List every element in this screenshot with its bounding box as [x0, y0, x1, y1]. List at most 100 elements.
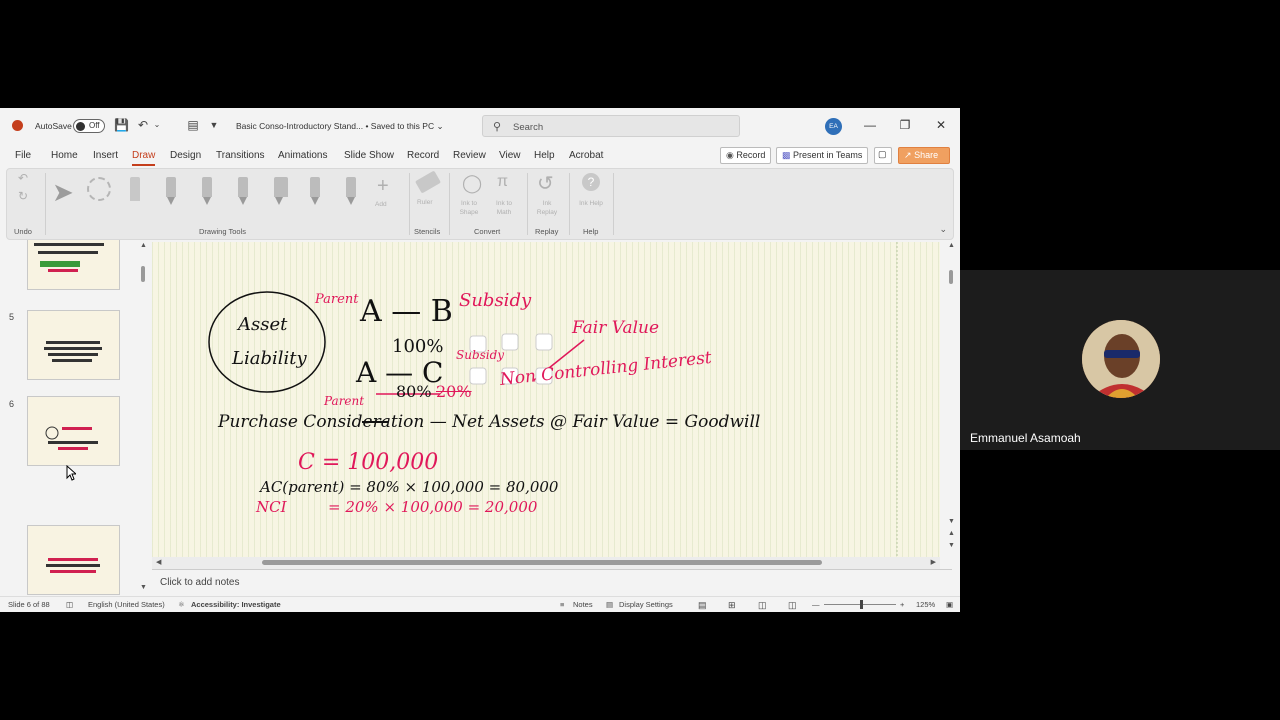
notes-toggle[interactable]: Notes	[573, 600, 593, 609]
tab-transitions[interactable]: Transitions	[216, 150, 265, 161]
undo-icon[interactable]: ↶	[136, 118, 150, 132]
tab-record[interactable]: Record	[407, 150, 439, 161]
ink-to-shape-icon[interactable]: ◯	[462, 173, 482, 194]
screen: AutoSave Off 💾 ↶ ⌄ ▤ ▼ Basic Conso-Intro…	[0, 0, 1280, 720]
tab-acrobat[interactable]: Acrobat	[569, 150, 603, 161]
accessibility-icon: ⚛	[178, 600, 185, 609]
add-pen-icon[interactable]: +	[377, 175, 389, 198]
tab-home[interactable]: Home	[51, 150, 78, 161]
video-participant-tile[interactable]: Emmanuel Asamoah	[960, 270, 1280, 450]
slide-sorter-icon[interactable]: ⊞	[728, 600, 736, 611]
zoom-in-icon[interactable]: +	[900, 600, 904, 609]
record-button[interactable]: ◉ Record	[720, 147, 772, 164]
redo-icon-ribbon[interactable]: ↻	[18, 189, 28, 203]
fit-to-window-icon[interactable]: ▣	[946, 600, 953, 609]
tab-animations[interactable]: Animations	[278, 150, 327, 161]
pen-1-icon[interactable]	[165, 177, 177, 207]
comments-button[interactable]: ▢	[874, 147, 892, 164]
ink-to-math-icon[interactable]: π	[497, 173, 508, 191]
share-button[interactable]: ↗ Share	[898, 147, 950, 164]
scroll-left-icon[interactable]: ◀	[156, 558, 161, 566]
tab-design[interactable]: Design	[170, 150, 201, 161]
scroll-thumb[interactable]	[949, 270, 953, 284]
slide-thumbnail-6[interactable]	[27, 396, 120, 466]
zoom-out-icon[interactable]: —	[812, 600, 820, 609]
scroll-down-icon[interactable]: ▼	[948, 518, 955, 525]
tab-file[interactable]: File	[15, 150, 31, 161]
minimize-icon[interactable]: —	[863, 118, 877, 132]
user-avatar[interactable]: EA	[825, 118, 842, 135]
present-in-teams-button[interactable]: ▩ Present in Teams	[776, 147, 869, 164]
group-label-help: Help	[583, 227, 599, 236]
pen-4-icon[interactable]	[309, 177, 321, 207]
slide-canvas[interactable]: Asset Liability Parent A — B Subsidy 100…	[152, 242, 940, 558]
slide-number-5: 5	[9, 312, 15, 322]
tab-help[interactable]: Help	[534, 150, 555, 161]
slide-horizontal-scrollbar[interactable]: ◀ ▶	[152, 557, 940, 569]
scroll-thumb[interactable]	[141, 266, 145, 282]
notes-toggle-icon: ≡	[560, 600, 565, 609]
next-slide-icon[interactable]: ▼	[948, 542, 955, 549]
zoom-slider-thumb[interactable]	[860, 600, 863, 609]
scroll-up-icon[interactable]: ▲	[140, 242, 147, 249]
restore-icon[interactable]: ❐	[898, 118, 912, 132]
title-bar: AutoSave Off 💾 ↶ ⌄ ▤ ▼ Basic Conso-Intro…	[0, 108, 960, 144]
collapse-ribbon-icon[interactable]: ⌄	[939, 224, 947, 235]
slide-thumbnail-4[interactable]	[27, 240, 120, 290]
customize-toolbar-icon[interactable]: ▼	[207, 118, 221, 132]
autosave-state: Off	[89, 121, 100, 130]
autosave-toggle[interactable]: Off	[73, 119, 105, 133]
tab-slide-show[interactable]: Slide Show	[344, 150, 394, 161]
tab-insert[interactable]: Insert	[93, 150, 118, 161]
tab-draw[interactable]: Draw	[132, 150, 156, 166]
zoom-slider[interactable]	[824, 600, 896, 609]
ink-fair-value: Fair Value	[572, 318, 660, 338]
search-box[interactable]: ⚲ Search	[482, 115, 740, 137]
reading-view-icon[interactable]: ◫	[758, 600, 767, 611]
notes-pane[interactable]: Click to add notes	[152, 569, 952, 593]
pen-5-icon[interactable]	[345, 177, 357, 207]
slide-vertical-scrollbar[interactable]: ▲ ▼ ▲ ▼	[946, 242, 956, 562]
thumbnail-ink-icon	[46, 558, 100, 573]
slide-thumbnail-7[interactable]	[27, 525, 120, 595]
thumbnail-scrollbar[interactable]: ▲ ▼	[140, 242, 147, 591]
slide-thumbnail-5[interactable]	[27, 310, 120, 380]
group-label-stencils: Stencils	[414, 227, 441, 236]
tab-view[interactable]: View	[499, 150, 521, 161]
lasso-select-icon[interactable]	[87, 177, 111, 201]
previous-slide-icon[interactable]: ▲	[948, 530, 955, 537]
close-icon[interactable]: ✕	[934, 118, 948, 132]
present-from-start-icon[interactable]: ▤	[186, 118, 200, 132]
ink-help-icon[interactable]: ?	[582, 173, 600, 191]
scroll-up-icon[interactable]: ▲	[948, 242, 955, 249]
select-tool-icon[interactable]: ➤	[52, 177, 74, 208]
pen-2-icon[interactable]	[201, 177, 213, 207]
ribbon-divider	[449, 173, 450, 235]
record-icon: ◉	[726, 150, 734, 160]
ink-subsidy-small: Subsidy	[456, 348, 505, 362]
slide-show-view-icon[interactable]: ◫	[788, 600, 797, 611]
undo-dropdown-icon[interactable]: ⌄	[150, 118, 164, 132]
undo-icon-ribbon[interactable]: ↶	[18, 171, 28, 185]
eraser-icon[interactable]	[129, 177, 141, 207]
ink-replay-icon[interactable]: ↺	[537, 171, 554, 196]
scroll-down-icon[interactable]: ▼	[140, 584, 147, 591]
zoom-level[interactable]: 125%	[916, 600, 935, 609]
highlighter-1-icon[interactable]	[273, 177, 288, 207]
pen-3-icon[interactable]	[237, 177, 249, 207]
tab-review[interactable]: Review	[453, 150, 486, 161]
share-icon: ↗	[904, 150, 912, 160]
document-title[interactable]: Basic Conso-Introductory Stand... • Save…	[236, 121, 444, 132]
accessibility-status[interactable]: Accessibility: Investigate	[191, 600, 281, 609]
normal-view-icon[interactable]: ▤	[698, 600, 707, 611]
ruler-icon[interactable]	[414, 170, 442, 194]
display-settings[interactable]: Display Settings	[619, 600, 673, 609]
mouse-cursor-icon	[66, 465, 76, 481]
present-in-teams-label: Present in Teams	[793, 150, 863, 160]
scroll-thumb[interactable]	[262, 560, 822, 565]
save-icon[interactable]: 💾	[114, 118, 129, 132]
ribbon-divider	[569, 173, 570, 235]
scroll-right-icon[interactable]: ▶	[931, 558, 936, 566]
spelling-icon[interactable]: ◫	[66, 600, 73, 609]
language-indicator[interactable]: English (United States)	[88, 600, 165, 609]
